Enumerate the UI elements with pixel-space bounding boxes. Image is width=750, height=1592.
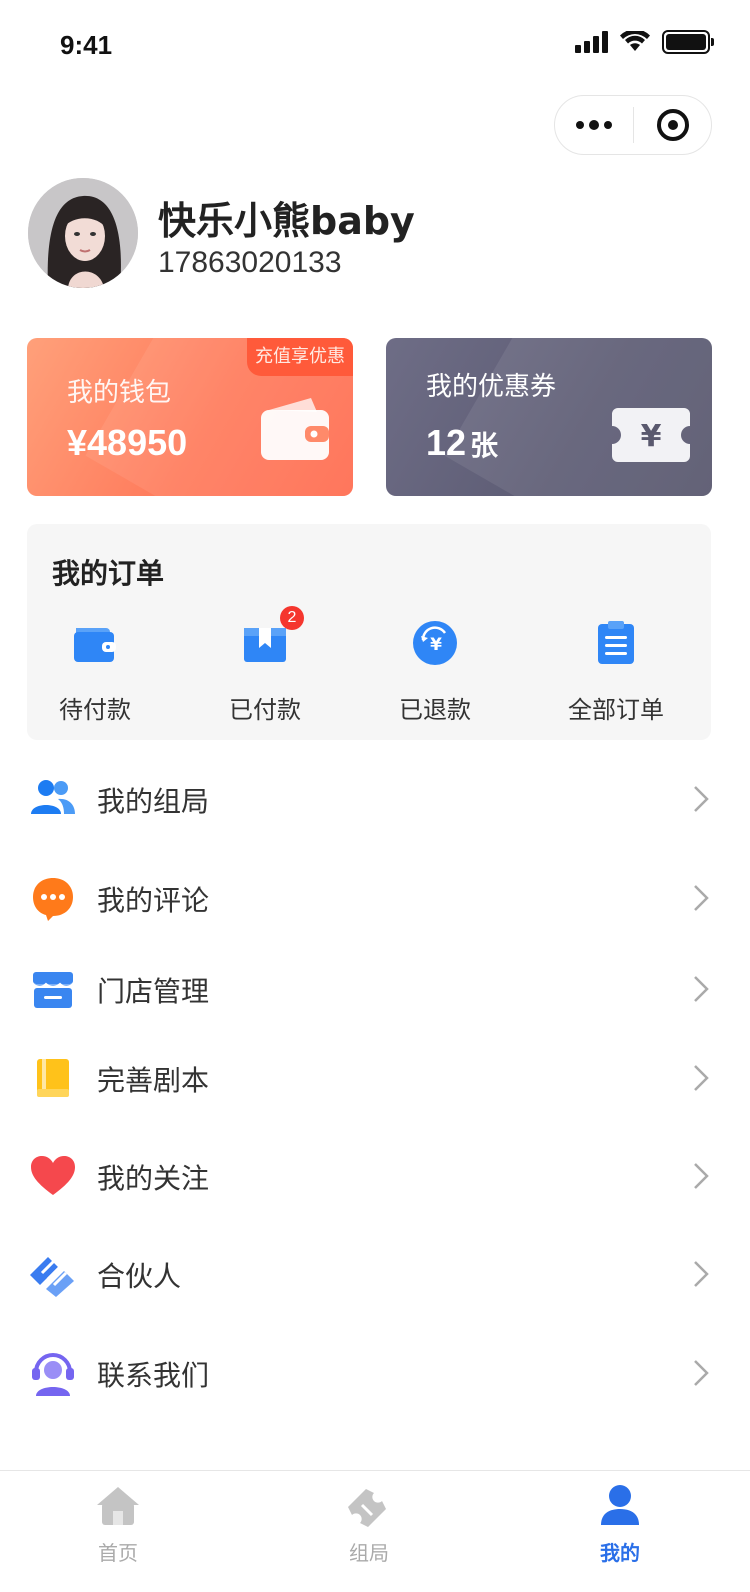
wallet-icon <box>261 398 329 460</box>
order-paid[interactable]: 2 已付款 <box>195 606 335 725</box>
menu-item-my-comments[interactable]: 我的评论 <box>0 853 750 943</box>
home-icon <box>97 1487 139 1525</box>
user-icon <box>601 1485 639 1525</box>
comment-bubble-icon <box>33 878 73 921</box>
menu-item-contact-us[interactable]: 联系我们 <box>0 1328 750 1418</box>
orders-title: 我的订单 <box>52 557 165 590</box>
svg-text:¥: ¥ <box>641 419 662 454</box>
tab-home[interactable]: 首页 <box>58 1481 178 1566</box>
ticket-yuan-icon: ¥ <box>612 408 690 462</box>
user-phone: 17863020133 <box>158 246 342 279</box>
menu-item-label: 我的关注 <box>97 1162 210 1195</box>
handshake-icon <box>30 1257 74 1297</box>
battery-icon <box>662 30 714 54</box>
miniprogram-capsule <box>554 95 712 155</box>
menu-item-label: 合伙人 <box>97 1260 182 1293</box>
wallet-label: 我的钱包 <box>67 378 172 408</box>
chevron-right-icon <box>694 1163 709 1189</box>
status-bar: 9:41 <box>0 0 750 90</box>
coupon-label: 我的优惠券 <box>426 372 557 402</box>
book-icon <box>37 1059 69 1097</box>
menu-item-label: 完善剧本 <box>97 1064 210 1097</box>
svg-text:¥: ¥ <box>430 635 442 655</box>
group-users-icon <box>31 780 75 814</box>
tab-label: 我的 <box>600 1541 640 1565</box>
avatar[interactable] <box>28 178 138 288</box>
chevron-right-icon <box>694 1360 709 1386</box>
clipboard-icon <box>598 621 634 664</box>
menu-item-store-management[interactable]: 门店管理 <box>0 944 750 1034</box>
status-time: 9:41 <box>60 30 113 60</box>
recharge-promo-badge[interactable]: 充值享优惠 <box>247 338 353 376</box>
chevron-right-icon <box>694 1261 709 1287</box>
wallet-blue-icon <box>74 628 116 662</box>
customer-service-icon <box>32 1353 74 1396</box>
order-item-label: 已退款 <box>399 696 471 724</box>
coupon-card[interactable]: 我的优惠券 12 张 ¥ <box>386 338 712 496</box>
menu-item-label: 联系我们 <box>97 1359 210 1392</box>
menu-item-my-groups[interactable]: 我的组局 <box>0 754 750 844</box>
chevron-right-icon <box>694 885 709 911</box>
order-item-label: 待付款 <box>59 696 131 724</box>
store-icon <box>32 972 74 1008</box>
target-circle-icon <box>656 109 689 141</box>
coupon-count-number: 12 <box>426 422 467 463</box>
order-item-label: 已付款 <box>229 696 301 724</box>
order-all[interactable]: 全部订单 <box>546 618 686 725</box>
refund-yuan-icon: ¥ <box>413 621 457 665</box>
chevron-right-icon <box>694 786 709 812</box>
status-icons <box>575 30 714 54</box>
wifi-icon <box>620 31 650 51</box>
tab-label: 首页 <box>98 1541 138 1565</box>
tab-mine[interactable]: 我的 <box>560 1481 680 1566</box>
menu-item-partner[interactable]: 合伙人 <box>0 1229 750 1319</box>
wallet-card[interactable]: 充值享优惠 我的钱包 ¥48950 <box>27 338 353 496</box>
my-orders-panel: 我的订单 待付款 2 已付款 ¥ 已退款 全部订单 <box>27 524 711 740</box>
signal-icon <box>575 31 608 53</box>
coupon-count: 12 张 <box>426 422 498 464</box>
paid-count-badge: 2 <box>280 606 304 630</box>
wallet-amount: ¥48950 <box>67 422 188 463</box>
order-refunded[interactable]: ¥ 已退款 <box>365 618 505 725</box>
menu-item-label: 我的组局 <box>97 785 210 818</box>
tab-label: 组局 <box>349 1541 389 1565</box>
bottom-tab-bar: 首页 组局 我的 <box>0 1470 750 1592</box>
menu-item-label: 我的评论 <box>97 884 210 917</box>
menu-item-complete-script[interactable]: 完善剧本 <box>0 1033 750 1123</box>
user-nickname: 快乐小熊baby <box>158 199 415 243</box>
ticket-tab-icon <box>348 1489 386 1527</box>
tab-groups[interactable]: 组局 <box>309 1481 429 1566</box>
order-item-label: 全部订单 <box>568 696 664 724</box>
order-pending-payment[interactable]: 待付款 <box>25 618 165 725</box>
heart-icon <box>31 1156 75 1195</box>
more-dots-icon[interactable] <box>555 96 633 154</box>
chevron-right-icon <box>694 1065 709 1091</box>
menu-item-label: 门店管理 <box>97 975 210 1008</box>
capsule-close-button[interactable] <box>634 109 711 141</box>
menu-item-my-follows[interactable]: 我的关注 <box>0 1131 750 1221</box>
coupon-count-unit: 张 <box>470 429 499 462</box>
chevron-right-icon <box>694 976 709 1002</box>
